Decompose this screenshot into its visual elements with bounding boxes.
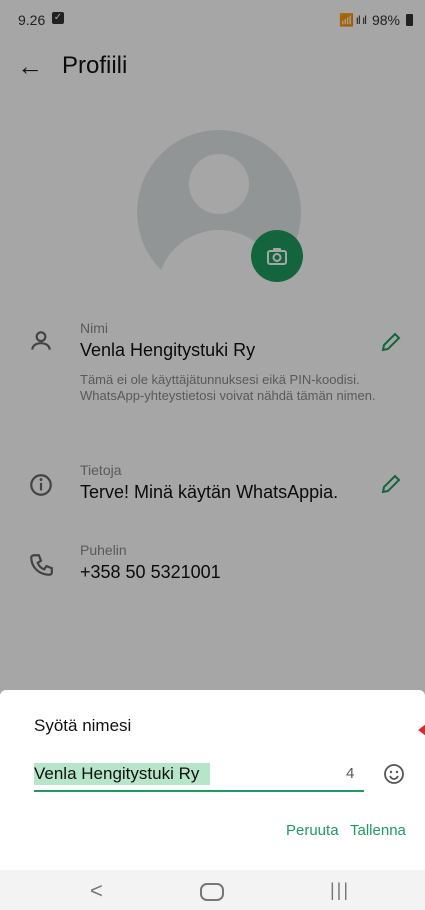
char-count: 4 bbox=[346, 765, 355, 782]
emoji-icon[interactable] bbox=[382, 762, 406, 786]
sheet-title: Syötä nimesi bbox=[34, 716, 132, 735]
nav-back-icon[interactable]: < bbox=[90, 878, 103, 904]
name-input[interactable] bbox=[34, 760, 364, 792]
red-arrow-marker bbox=[418, 724, 425, 736]
cancel-button[interactable]: Peruuta bbox=[286, 822, 339, 839]
system-nav-bar: < ||| bbox=[0, 870, 425, 910]
edit-name-sheet: Syötä nimesi Venla Hengitystuki Ry 4 Per… bbox=[0, 690, 425, 870]
save-button[interactable]: Tallenna bbox=[350, 822, 406, 839]
nav-home-icon[interactable] bbox=[200, 883, 224, 901]
nav-recent-icon[interactable]: ||| bbox=[330, 880, 350, 901]
profile-screen: 9.26 ✓ 📶 ıl ıl 98% ← Profiili Nimi Venla… bbox=[0, 0, 425, 910]
